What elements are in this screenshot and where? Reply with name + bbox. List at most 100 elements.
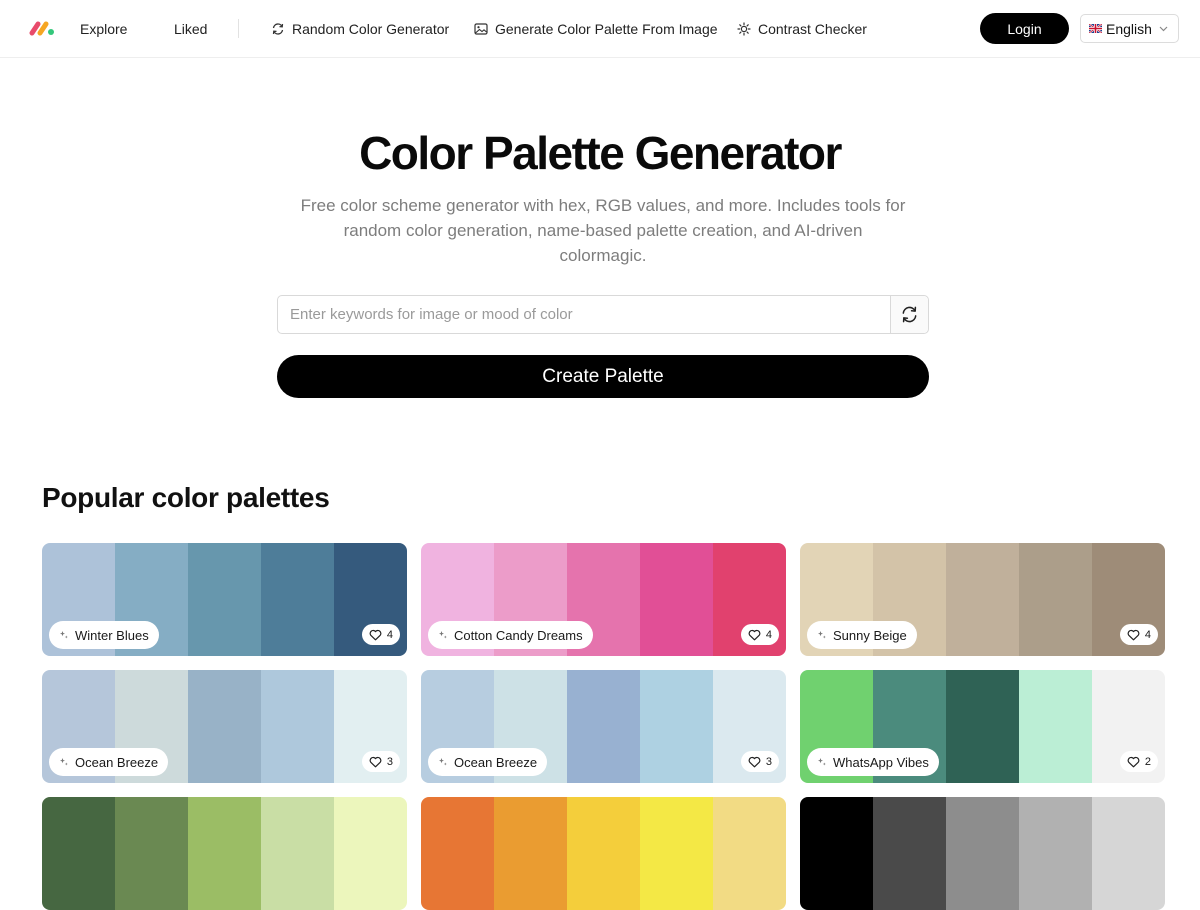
- palette-card[interactable]: Winter Blues 4: [42, 543, 407, 656]
- palette-card[interactable]: [42, 797, 407, 910]
- heart-icon: [748, 756, 761, 767]
- palette-name-pill[interactable]: Sunny Beige: [807, 621, 917, 649]
- heart-icon: [369, 629, 382, 640]
- like-button[interactable]: 2: [1119, 751, 1158, 772]
- color-swatch[interactable]: [567, 670, 640, 783]
- sparkle-icon: [439, 758, 447, 766]
- color-swatch[interactable]: [1019, 670, 1092, 783]
- palette-name: Winter Blues: [75, 627, 149, 643]
- palette-name-pill[interactable]: Cotton Candy Dreams: [428, 621, 593, 649]
- color-swatch[interactable]: [640, 543, 713, 656]
- nav-random-color-generator[interactable]: Random Color Generator: [271, 20, 449, 38]
- heart-icon: [748, 629, 761, 640]
- like-count: 4: [386, 628, 393, 641]
- uk-flag-icon: [1089, 24, 1102, 33]
- like-button[interactable]: 3: [740, 751, 779, 772]
- page-subtitle: Free color scheme generator with hex, RG…: [300, 196, 906, 265]
- nav-palette-from-image[interactable]: Generate Color Palette From Image: [474, 20, 718, 38]
- color-swatch[interactable]: [115, 797, 188, 910]
- color-swatch[interactable]: [1092, 797, 1165, 910]
- palette-name: Ocean Breeze: [75, 754, 159, 770]
- palette-name-pill[interactable]: Ocean Breeze: [49, 748, 169, 776]
- sparkle-icon: [818, 758, 826, 766]
- color-swatch[interactable]: [261, 670, 334, 783]
- palette-name-pill[interactable]: Winter Blues: [49, 621, 159, 649]
- like-count: 4: [1144, 628, 1151, 641]
- heart-icon: [1127, 629, 1140, 640]
- palette-name: Cotton Candy Dreams: [454, 627, 583, 643]
- color-swatch[interactable]: [188, 670, 261, 783]
- keyword-search-box: [277, 295, 929, 334]
- palette-card[interactable]: [800, 797, 1165, 910]
- color-swatch[interactable]: [1019, 797, 1092, 910]
- palette-card[interactable]: WhatsApp Vibes 2: [800, 670, 1165, 783]
- language-label: English: [1106, 20, 1152, 37]
- nav-palette-from-image-label: Generate Color Palette From Image: [495, 21, 718, 37]
- nav-liked[interactable]: Liked: [174, 20, 207, 38]
- color-swatch[interactable]: [946, 670, 1019, 783]
- nav-liked-label: Liked: [174, 21, 208, 37]
- palette-swatches: [800, 797, 1165, 910]
- login-button[interactable]: Login: [980, 13, 1069, 44]
- palette-card[interactable]: Sunny Beige 4: [800, 543, 1165, 656]
- nav-explore-label: Explore: [80, 21, 128, 37]
- color-swatch[interactable]: [188, 543, 261, 656]
- chevron-down-icon: [1159, 26, 1168, 32]
- like-button[interactable]: 4: [1119, 624, 1158, 645]
- sun-icon: [737, 22, 751, 36]
- sparkle-icon: [439, 631, 447, 639]
- color-swatch[interactable]: [800, 797, 873, 910]
- page-title: Color Palette Generator: [359, 127, 842, 179]
- palette-name-pill[interactable]: WhatsApp Vibes: [807, 748, 939, 776]
- palette-card[interactable]: [421, 797, 786, 910]
- palette-name-pill[interactable]: Ocean Breeze: [428, 748, 548, 776]
- color-swatch[interactable]: [713, 797, 786, 910]
- color-swatch[interactable]: [334, 797, 407, 910]
- image-icon: [474, 23, 488, 35]
- like-button[interactable]: 4: [361, 624, 400, 645]
- top-navigation-bar: Explore Liked Random Color Generator Gen…: [0, 0, 1200, 58]
- color-swatch[interactable]: [42, 797, 115, 910]
- like-count: 2: [1144, 755, 1151, 768]
- popular-palettes-heading: Popular color palettes: [42, 482, 330, 513]
- like-button[interactable]: 3: [361, 751, 400, 772]
- color-swatch[interactable]: [261, 797, 334, 910]
- refresh-icon: [272, 23, 284, 35]
- language-select[interactable]: English: [1080, 14, 1179, 43]
- refresh-icon: [902, 306, 917, 323]
- color-swatch[interactable]: [640, 670, 713, 783]
- color-swatch[interactable]: [188, 797, 261, 910]
- color-swatch[interactable]: [640, 797, 713, 910]
- sparkle-icon: [818, 631, 826, 639]
- color-swatch[interactable]: [261, 543, 334, 656]
- like-button[interactable]: 4: [740, 624, 779, 645]
- like-count: 3: [765, 755, 772, 768]
- palette-name: Sunny Beige: [833, 627, 907, 643]
- color-swatch[interactable]: [946, 797, 1019, 910]
- logo-icon[interactable]: [29, 20, 55, 36]
- color-swatch[interactable]: [873, 797, 946, 910]
- palette-card[interactable]: Ocean Breeze 3: [42, 670, 407, 783]
- color-swatch[interactable]: [567, 797, 640, 910]
- like-count: 3: [386, 755, 393, 768]
- color-swatch[interactable]: [946, 543, 1019, 656]
- palette-card[interactable]: Cotton Candy Dreams 4: [421, 543, 786, 656]
- palette-card[interactable]: Ocean Breeze 3: [421, 670, 786, 783]
- create-palette-button[interactable]: Create Palette: [277, 355, 929, 398]
- nav-contrast-checker-label: Contrast Checker: [758, 21, 867, 37]
- heart-icon: [1127, 756, 1140, 767]
- sparkle-icon: [60, 758, 68, 766]
- shuffle-keywords-button[interactable]: [890, 296, 928, 333]
- palette-swatches: [42, 797, 407, 910]
- nav-random-color-label: Random Color Generator: [292, 21, 450, 37]
- like-count: 4: [765, 628, 772, 641]
- color-swatch[interactable]: [421, 797, 494, 910]
- keyword-input[interactable]: [278, 296, 890, 333]
- color-swatch[interactable]: [494, 797, 567, 910]
- nav-contrast-checker[interactable]: Contrast Checker: [737, 20, 867, 38]
- palette-swatches: [421, 797, 786, 910]
- sparkle-icon: [60, 631, 68, 639]
- palette-name: Ocean Breeze: [454, 754, 538, 770]
- nav-explore[interactable]: Explore: [80, 20, 127, 38]
- color-swatch[interactable]: [1019, 543, 1092, 656]
